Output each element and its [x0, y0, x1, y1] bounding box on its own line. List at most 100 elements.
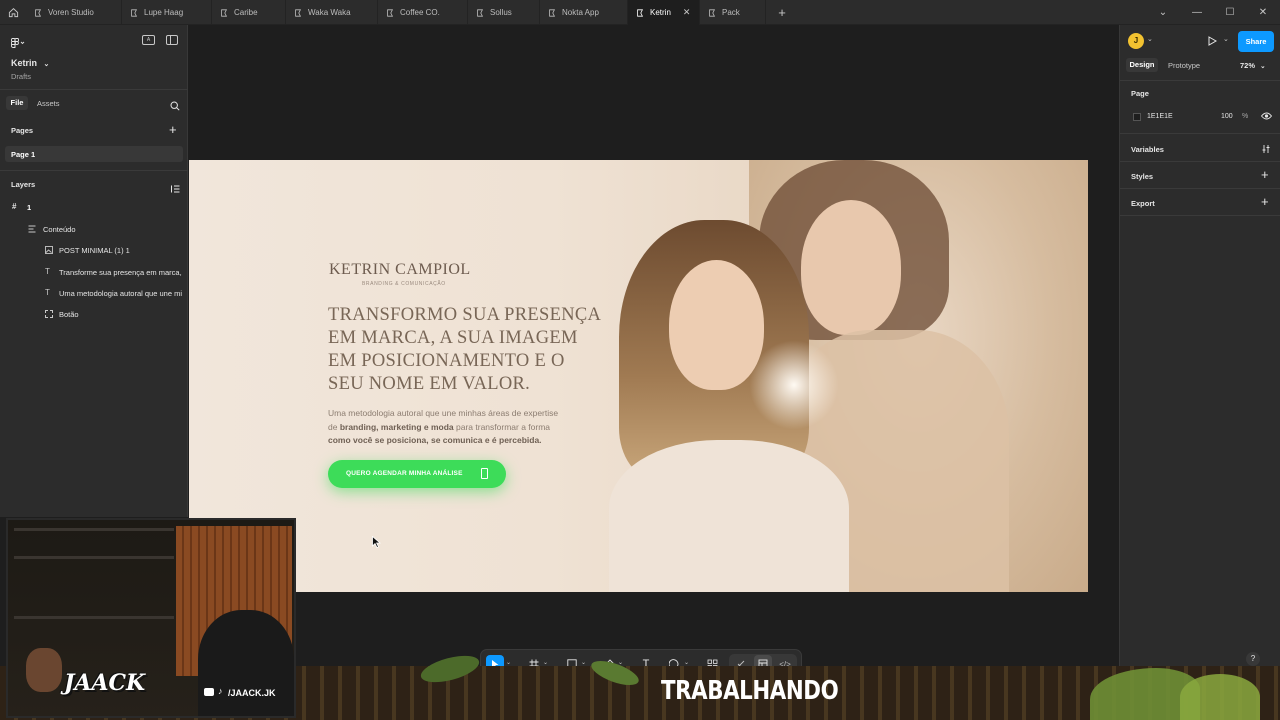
file-icon — [295, 8, 302, 17]
body-bold-segment: branding, marketing e moda — [339, 421, 454, 432]
mouse-cursor-icon — [372, 536, 381, 548]
body-segment: para transformar a forma — [453, 421, 551, 432]
file-icon — [387, 8, 394, 17]
tab-coffee-co[interactable]: Coffee CO. — [378, 0, 468, 25]
tab-pack[interactable]: Pack — [700, 0, 766, 25]
ai-icon[interactable]: A — [142, 35, 155, 45]
page-fill-field[interactable]: 1E1E1E 100 % — [1128, 109, 1256, 125]
maximize-button[interactable]: ☐ — [1213, 0, 1247, 25]
layer-row-image[interactable]: POST MINIMAL (1) 1 — [0, 243, 188, 258]
frame-hash-icon: # — [12, 202, 17, 211]
layer-row-frame-1[interactable]: # 1 — [0, 200, 188, 215]
file-icon — [131, 8, 138, 17]
avatar[interactable]: J — [1128, 33, 1144, 49]
add-export-icon[interactable]: + — [1261, 194, 1269, 209]
avatar-illustration — [26, 648, 62, 692]
right-panel: J ⌄ ⌄ Share Design Prototype 72% ⌄ Page … — [1119, 25, 1280, 666]
chevron-down-icon[interactable]: ⌄ — [506, 659, 511, 666]
auto-layout-icon — [28, 225, 36, 233]
shelf — [14, 528, 174, 531]
frame-dashed-icon — [45, 310, 53, 318]
chevron-down-icon[interactable]: ⌄ — [1147, 35, 1153, 43]
search-icon[interactable] — [170, 98, 180, 116]
divider — [1120, 133, 1280, 134]
tab-label: Sollus — [490, 8, 512, 17]
tab-lupe-haag[interactable]: Lupe Haag — [122, 0, 212, 25]
page-item-page-1[interactable]: Page 1 — [5, 146, 183, 162]
tab-label: Caribe — [234, 8, 258, 17]
tiktok-icon: ♪ — [218, 686, 223, 696]
share-button[interactable]: Share — [1238, 31, 1274, 52]
add-style-icon[interactable]: + — [1261, 167, 1269, 182]
divider — [0, 170, 188, 171]
new-tab-button[interactable]: + — [766, 0, 798, 25]
body-text: Uma metodologia autoral que une minhas á… — [328, 407, 608, 448]
file-location: Drafts — [11, 72, 32, 81]
status-title: TRABALHANDO — [661, 676, 839, 706]
chevron-down-icon[interactable]: ⌄ — [1223, 35, 1229, 43]
leaf-decoration — [1180, 674, 1260, 720]
add-page-icon[interactable]: + — [169, 122, 177, 137]
tab-caribe[interactable]: Caribe — [212, 0, 286, 25]
close-tab-icon[interactable]: ✕ — [683, 7, 691, 18]
tab-label: Nokta App — [562, 8, 599, 17]
minimize-button[interactable]: — — [1180, 0, 1214, 25]
tab-prototype[interactable]: Prototype — [1168, 61, 1200, 70]
play-icon[interactable] — [1208, 36, 1217, 46]
headline-line: EM POSICIONAMENTO E O — [328, 351, 565, 371]
tab-design[interactable]: Design — [1126, 58, 1158, 72]
percent-sign: % — [1242, 113, 1249, 120]
chevron-down-icon[interactable]: ⌄ — [543, 659, 548, 666]
tab-assets[interactable]: Assets — [37, 99, 60, 108]
tab-voren-studio[interactable]: Voren Studio — [26, 0, 122, 25]
image-icon — [45, 246, 53, 254]
collapse-layers-icon[interactable] — [171, 180, 180, 198]
sidebar-toggle-icon[interactable] — [166, 35, 178, 45]
file-name[interactable]: Ketrin ⌄ — [11, 58, 49, 68]
variables-icon[interactable] — [1261, 144, 1271, 154]
help-button[interactable]: ? — [1246, 652, 1260, 666]
layer-row-text-body[interactable]: T Uma metodologia autoral que une mi — [0, 286, 188, 301]
divider — [1120, 80, 1280, 81]
body-segment: de — [328, 421, 340, 432]
figma-menu-icon[interactable] — [11, 35, 25, 53]
file-icon — [477, 8, 484, 17]
headline-line: TRANSFORMO SUA PRESENÇA — [328, 305, 602, 325]
layer-row-botao[interactable]: Botão — [0, 307, 188, 322]
chevron-down-icon[interactable]: ⌄ — [1146, 0, 1180, 25]
page-opacity[interactable]: 100 — [1221, 113, 1233, 120]
close-window-button[interactable]: ✕ — [1246, 0, 1280, 25]
text-icon: T — [45, 267, 50, 276]
tab-label: Coffee CO. — [400, 8, 440, 17]
phone-icon — [481, 468, 488, 479]
tab-sollus[interactable]: Sollus — [468, 0, 540, 25]
tab-waka-waka[interactable]: Waka Waka — [286, 0, 378, 25]
blouse-shape — [609, 440, 849, 592]
social-handle: /JAACK.JK — [228, 688, 276, 698]
cta-button[interactable]: QUERO AGENDAR MINHA ANÁLISE — [328, 460, 506, 488]
page-label: Page 1 — [11, 150, 36, 159]
design-frame[interactable]: KETRIN CAMPIOL BRANDING & COMUNICAÇÃO TR… — [189, 160, 1088, 592]
divider — [0, 89, 188, 90]
chevron-down-icon[interactable]: ⌄ — [581, 659, 586, 666]
chevron-down-icon[interactable]: ⌄ — [684, 659, 689, 666]
pages-heading: Pages — [11, 126, 34, 135]
tab-ketrin[interactable]: Ketrin ✕ — [628, 0, 700, 25]
tab-file[interactable]: File — [6, 96, 28, 110]
file-icon — [549, 8, 556, 17]
layer-row-text-headline[interactable]: T Transforme sua presença em marca, — [0, 265, 188, 280]
page-color-hex[interactable]: 1E1E1E — [1147, 113, 1173, 120]
layer-label: Conteúdo — [43, 225, 76, 234]
page-heading: Page — [1131, 89, 1149, 98]
layer-row-conteudo[interactable]: Conteúdo — [0, 222, 188, 237]
home-icon[interactable] — [0, 0, 26, 25]
eye-icon[interactable] — [1261, 112, 1272, 120]
youtube-icon — [204, 688, 214, 696]
tab-bar: Voren Studio Lupe Haag Caribe Waka Waka … — [0, 0, 1280, 25]
layer-label: POST MINIMAL (1) 1 — [59, 246, 130, 255]
color-swatch[interactable] — [1133, 113, 1141, 121]
brand-subtitle: BRANDING & COMUNICAÇÃO — [362, 281, 446, 287]
layer-label: Botão — [59, 310, 79, 319]
tab-nokta-app[interactable]: Nokta App — [540, 0, 628, 25]
zoom-level[interactable]: 72% ⌄ — [1240, 61, 1266, 70]
